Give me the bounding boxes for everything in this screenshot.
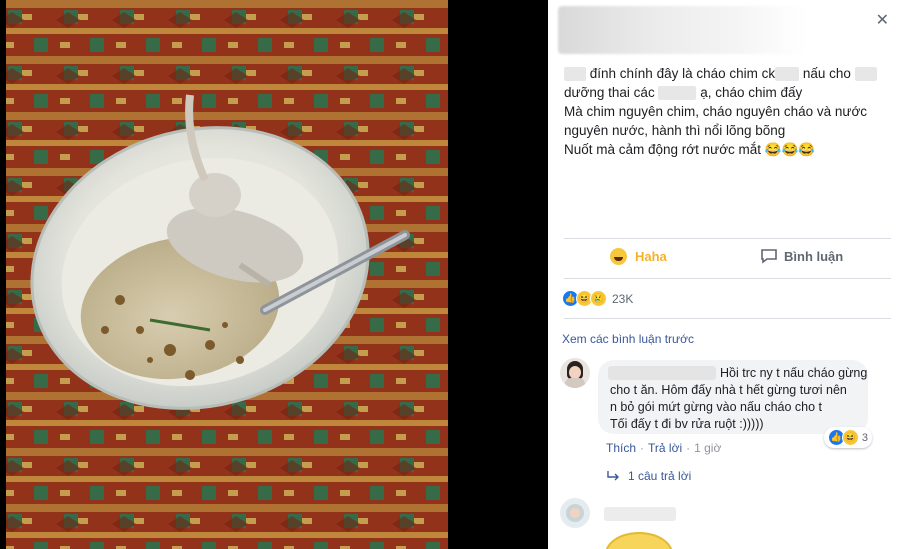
comment-time: 1 giờ — [694, 441, 722, 455]
divider — [564, 238, 891, 239]
censored-word — [658, 86, 697, 101]
haha-label: Haha — [635, 249, 667, 264]
post-photo — [6, 0, 448, 549]
haha-icon — [610, 248, 627, 265]
comment-line: Tối đấy t đi bv rửa ruột :))))) — [610, 417, 764, 431]
commenter-avatar[interactable] — [560, 498, 590, 528]
comment-reaction-count: 3 — [861, 431, 868, 444]
divider — [564, 278, 891, 279]
replies-count: 1 câu trả lời — [628, 469, 692, 483]
caption-segment: đính chính đây là cháo chim ck — [589, 66, 776, 81]
divider — [564, 318, 891, 319]
caption-segment: nấu cho — [802, 66, 851, 81]
view-previous-comments-link[interactable]: Xem các bình luận trước — [562, 332, 694, 346]
comment-icon — [761, 249, 777, 264]
censored-word — [854, 67, 877, 82]
commenter-avatar[interactable] — [560, 358, 590, 388]
reaction-summary[interactable]: 👍 😆 😢 23K — [562, 290, 633, 307]
sad-icon: 😢 — [590, 290, 607, 307]
comment-line: Hồi trc ny t nấu cháo gừng — [720, 366, 868, 380]
commenter-name-blurred[interactable] — [608, 366, 716, 380]
view-replies-link[interactable]: 1 câu trả lời — [606, 469, 691, 483]
comment-line: n bỏ gói mứt gừng vào nấu cháo cho t — [610, 400, 823, 414]
comment-label: Bình luận — [784, 248, 844, 264]
comment-actions: Thích · Trả lời · 1 giờ — [606, 441, 721, 455]
reply-arrow-icon — [607, 471, 619, 481]
censored-word — [775, 67, 800, 82]
reaction-count: 23K — [612, 291, 634, 306]
photo-viewer[interactable] — [0, 0, 548, 549]
author-header-blurred — [558, 6, 808, 54]
separator-dot: · — [686, 441, 691, 455]
caption-line: Nuốt mà cảm động rớt nước mắt 😂😂😂 — [564, 142, 816, 157]
comment-reaction-summary[interactable]: 👍 😆 3 — [823, 427, 872, 448]
caption-line: nguyên nước, hành thì nổi lõng bõng — [564, 123, 786, 138]
comment-button[interactable]: Bình luận — [760, 248, 843, 264]
haha-reaction-button[interactable]: Haha — [610, 248, 667, 265]
comment-line: cho t ăn. Hôm đấy nhà t hết gừng tươi nê… — [610, 383, 847, 397]
commenter-name-blurred[interactable] — [604, 507, 676, 521]
comment-bubble: Hồi trc ny t nấu cháo gừng cho t ăn. Hôm… — [598, 360, 872, 448]
reply-comment-link[interactable]: Trả lời — [648, 441, 682, 455]
caption-line: Mà chim nguyên chim, cháo nguyên cháo và… — [564, 104, 868, 119]
post-caption: đính chính đây là cháo chim ck nấu cho d… — [564, 64, 884, 159]
sticker-image — [605, 532, 673, 549]
separator-dot: · — [640, 441, 645, 455]
like-comment-link[interactable]: Thích — [606, 441, 636, 455]
post-side-panel: ✕ đính chính đây là cháo chim ck nấu cho… — [548, 0, 901, 549]
censored-word — [564, 67, 586, 82]
caption-segment: dưỡng thai các — [564, 85, 655, 100]
caption-segment: ạ, cháo chim đấy — [700, 85, 803, 100]
options-icon[interactable]: ✕ — [876, 10, 889, 30]
haha-icon: 😆 — [841, 429, 859, 446]
